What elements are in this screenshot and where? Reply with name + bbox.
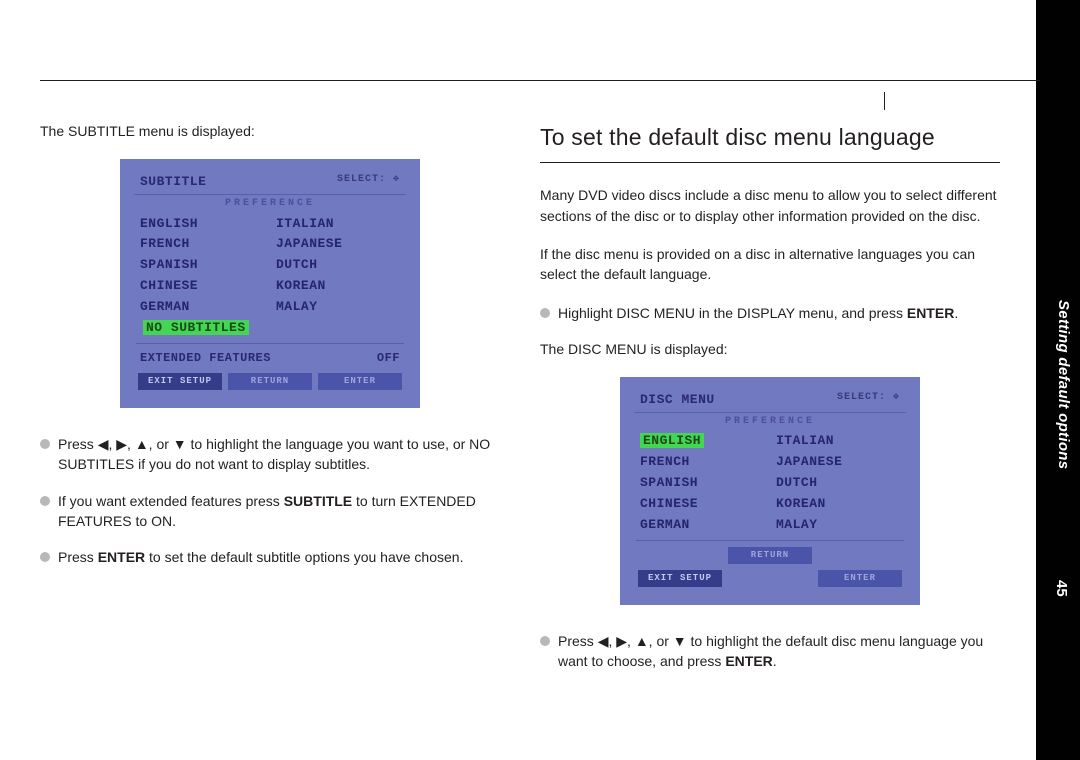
osd-enter-button: ENTER [318,373,402,390]
osd-enter-button: ENTER [818,570,902,587]
osd-item: SPANISH [134,255,270,276]
osd-highlight: NO SUBTITLES [143,320,249,335]
section-heading: To set the default disc menu language [540,121,1000,154]
osd-item: DUTCH [770,473,906,494]
bullet-icon [540,636,550,646]
bullet-text: Press ◀, ▶, ▲, or ▼ to highlight the def… [558,631,1000,672]
osd-item: GERMAN [134,297,270,318]
osd-item: MALAY [770,515,906,536]
osd-exit-button: EXIT SETUP [138,373,222,390]
osd-item: MALAY [270,297,406,318]
discmenu-osd: DISC MENU SELECT: ✥ PREFERENCE ENGLISH F… [620,377,920,605]
side-tab-label: Setting default options [1055,300,1072,469]
osd-select-label: SELECT: [337,174,386,185]
osd-ext-label: EXTENDED FEATURES [140,350,271,367]
bullet-text: Press ◀, ▶, ▲, or ▼ to highlight the lan… [58,434,500,475]
bullet-icon [40,496,50,506]
osd-exit-button: EXIT SETUP [638,570,722,587]
subtitle-osd: SUBTITLE SELECT: ✥ PREFERENCE ENGLISH FR… [120,159,420,408]
osd-item: JAPANESE [770,452,906,473]
osd-item: CHINESE [634,494,770,515]
bullet-text: If you want extended features press SUBT… [58,491,500,532]
osd-item: ITALIAN [770,431,906,452]
osd-item: SPANISH [634,473,770,494]
osd-title: SUBTITLE [140,173,206,192]
osd-item: GERMAN [634,515,770,536]
osd-item: ENGLISH [134,214,270,235]
osd-return-button: RETURN [228,373,312,390]
osd-pref-label: PREFERENCE [134,194,406,212]
osd-pref-label: PREFERENCE [634,412,906,430]
discmenu-intro: The DISC MENU is displayed: [540,339,1000,359]
osd-item: KOREAN [270,276,406,297]
bullet-icon [540,308,550,318]
osd-highlight: ENGLISH [640,433,704,448]
osd-item: CHINESE [134,276,270,297]
osd-item: DUTCH [270,255,406,276]
side-tab-text: Setting default options [1055,300,1072,469]
osd-item: FRENCH [134,234,270,255]
osd-select-label: SELECT: [837,392,886,403]
bullet-text: Highlight DISC MENU in the DISPLAY menu,… [558,303,958,323]
bullet-icon [40,552,50,562]
left-column: The SUBTITLE menu is displayed: SUBTITLE… [40,121,500,687]
page-number: 45 [1053,580,1070,597]
osd-item: KOREAN [770,494,906,515]
subtitle-intro: The SUBTITLE menu is displayed: [40,121,500,141]
body-text: If the disc menu is provided on a disc i… [540,244,1000,285]
side-tab: Setting default options 45 [1036,0,1080,760]
osd-return-button: RETURN [728,547,812,564]
osd-item: FRENCH [634,452,770,473]
bullet-text: Press ENTER to set the default subtitle … [58,547,463,567]
osd-title: DISC MENU [640,391,715,410]
bullet-icon [40,439,50,449]
top-rule [40,80,1040,81]
body-text: Many DVD video discs include a disc menu… [540,185,1000,226]
right-column: To set the default disc menu language Ma… [540,121,1000,687]
osd-ext-value: OFF [377,350,400,367]
heading-rule [540,162,1000,163]
arrow-icons: ◀, ▶, ▲, or ▼ [598,633,687,649]
arrow-icons: ◀, ▶, ▲, or ▼ [98,436,187,452]
osd-item: JAPANESE [270,234,406,255]
osd-item: ITALIAN [270,214,406,235]
